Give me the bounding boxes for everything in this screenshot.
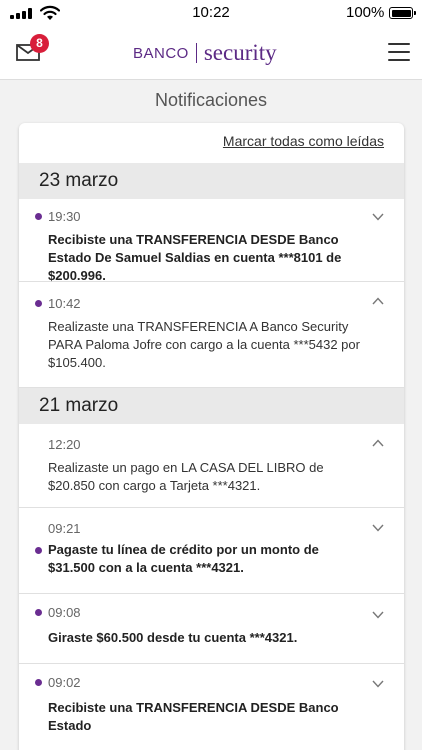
notification-item[interactable]: 09:02 Recibiste una TRANSFERENCIA DESDE … bbox=[19, 664, 404, 750]
date-header: 21 marzo bbox=[19, 388, 404, 424]
notifications-card: Marcar todas como leídas 23 marzo 19:30 … bbox=[19, 123, 404, 750]
banco-security-logo: BANCO security bbox=[133, 40, 277, 66]
notification-text: Realizaste una TRANSFERENCIA A Banco Sec… bbox=[48, 319, 360, 370]
notification-text: Recibiste una TRANSFERENCIA DESDE Banco … bbox=[48, 232, 342, 283]
chevron-up-icon[interactable] bbox=[372, 439, 384, 447]
notification-time: 10:42 bbox=[48, 296, 81, 311]
unread-dot-icon bbox=[35, 679, 42, 686]
notification-time: 09:21 bbox=[48, 521, 81, 536]
chevron-down-icon[interactable] bbox=[372, 213, 384, 221]
chevron-down-icon[interactable] bbox=[372, 611, 384, 619]
notification-time: 09:08 bbox=[48, 605, 81, 620]
notification-text: Realizaste un pago en LA CASA DEL LIBRO … bbox=[48, 460, 324, 493]
notification-item[interactable]: 09:21 Pagaste tu línea de crédito por un… bbox=[19, 508, 404, 594]
unread-dot-icon bbox=[35, 213, 42, 220]
notification-time: 09:02 bbox=[48, 675, 81, 690]
notification-item[interactable]: 09:08 Giraste $60.500 desde tu cuenta **… bbox=[19, 594, 404, 664]
app-header: 8 BANCO security bbox=[0, 26, 422, 80]
unread-dot-icon bbox=[35, 609, 42, 616]
battery-icon bbox=[389, 7, 416, 19]
mark-all-read-link[interactable]: Marcar todas como leídas bbox=[223, 133, 384, 149]
status-bar: 10:22 100% bbox=[0, 0, 422, 26]
chevron-down-icon[interactable] bbox=[372, 680, 384, 688]
notification-time: 12:20 bbox=[48, 437, 81, 452]
hamburger-menu-icon[interactable] bbox=[388, 43, 410, 61]
unread-count-badge: 8 bbox=[30, 34, 49, 53]
notification-item[interactable]: 19:30 Recibiste una TRANSFERENCIA DESDE … bbox=[19, 199, 404, 283]
logo-banco-text: BANCO bbox=[133, 44, 189, 62]
notification-text: Giraste $60.500 desde tu cuenta ***4321. bbox=[48, 630, 298, 645]
unread-dot-icon bbox=[35, 300, 42, 307]
battery-percentage: 100% bbox=[346, 4, 385, 21]
logo-security-text: security bbox=[203, 40, 277, 65]
unread-dot-icon bbox=[35, 547, 42, 554]
notification-text: Pagaste tu línea de crédito por un monto… bbox=[48, 542, 319, 575]
date-header: 23 marzo bbox=[19, 163, 404, 199]
notification-item[interactable]: 12:20 Realizaste un pago en LA CASA DEL … bbox=[19, 424, 404, 508]
notification-time: 19:30 bbox=[48, 209, 81, 224]
notification-text: Recibiste una TRANSFERENCIA DESDE Banco … bbox=[48, 700, 339, 733]
logo-divider bbox=[195, 43, 197, 63]
notification-item[interactable]: 10:42 Realizaste una TRANSFERENCIA A Ban… bbox=[19, 282, 404, 388]
page-title: Notificaciones bbox=[154, 90, 268, 110]
notifications-button[interactable]: 8 bbox=[16, 34, 50, 65]
chevron-up-icon[interactable] bbox=[372, 297, 384, 305]
chevron-down-icon[interactable] bbox=[372, 524, 384, 532]
